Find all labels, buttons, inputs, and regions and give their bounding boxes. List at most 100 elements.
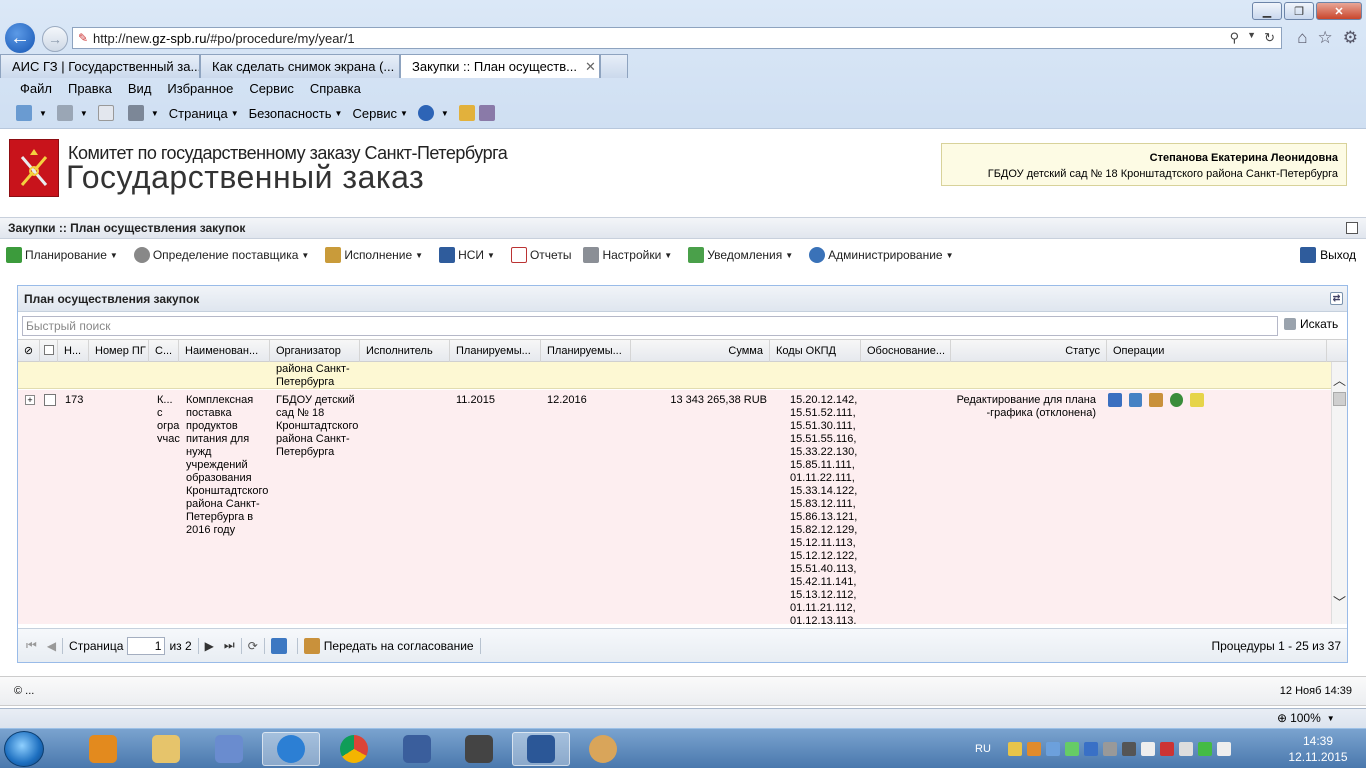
table-row[interactable]: района Санкт- Петербурга [18,362,1331,389]
filter-clear-icon[interactable]: ⊘ [18,340,40,362]
tray-icon[interactable] [1159,742,1174,756]
accessibility-icon[interactable] [458,105,475,121]
page-menu[interactable]: Страница [169,106,228,121]
refresh-icon[interactable]: ↻ [1264,30,1275,46]
collapse-icon[interactable] [1346,222,1358,234]
next-page-icon[interactable]: ▶ [205,639,214,653]
col-okpd[interactable]: Коды ОКПД [770,340,861,362]
settings-icon[interactable] [1169,393,1184,407]
taskbar-chrome[interactable] [325,732,383,766]
language-indicator[interactable]: RU [975,743,991,755]
tab-screenshot-howto[interactable]: Как сделать снимок экрана (... [200,54,400,78]
nav-nsi[interactable]: НСИ ▼ [439,247,505,263]
last-page-icon[interactable]: ⏭ [224,638,235,653]
col-planned-end[interactable]: Планируемы... [541,340,631,362]
tray-icon[interactable] [1007,742,1022,756]
new-tab-button[interactable] [600,54,628,78]
col-name[interactable]: Наименован... [179,340,270,362]
tab-procurement-plan[interactable]: Закупки :: План осуществ... ✕ [400,54,600,78]
print-icon[interactable] [127,105,144,121]
menu-view[interactable]: Вид [128,81,152,96]
tray-icon[interactable] [1121,742,1136,756]
taskbar-editor[interactable] [388,732,446,766]
home-icon[interactable] [16,105,32,121]
taskbar-explorer[interactable] [137,732,195,766]
save-icon[interactable] [270,637,287,654]
home-icon[interactable]: ⌂ [1297,28,1307,48]
restore-button[interactable]: ❐ [1284,2,1314,20]
chevron-down-icon[interactable]: ▼ [151,109,159,118]
taskbar-movie-maker[interactable] [450,732,508,766]
address-bar[interactable]: ✎ http://new.gz-spb.ru/#po/procedure/my/… [72,27,1282,49]
chart-icon[interactable] [1128,393,1143,407]
close-window-button[interactable]: ✕ [1316,2,1362,20]
tray-icon[interactable] [1026,742,1041,756]
col-operations[interactable]: Операции [1107,340,1327,362]
edit-pencil-icon[interactable] [1108,393,1122,407]
nav-planning[interactable]: Планирование ▼ [6,247,128,263]
send-for-approval-button[interactable]: Передать на согласование [303,637,474,654]
col-pg-number[interactable]: Номер ПГ [89,340,149,362]
refresh-icon[interactable]: ⇄ [1330,292,1343,305]
quick-search-input[interactable]: Быстрый поиск [22,316,1278,336]
col-planned-start[interactable]: Планируемы... [450,340,541,362]
menu-tools[interactable]: Сервис [249,81,294,96]
col-executor[interactable]: Исполнитель [360,340,450,362]
col-sum[interactable]: Сумма [631,340,770,362]
menu-help[interactable]: Справка [310,81,361,96]
vertical-scrollbar[interactable]: ︿ ﹀ [1331,362,1347,624]
reload-icon[interactable]: ⟳ [248,639,258,653]
tray-icon[interactable] [1045,742,1060,756]
scroll-thumb[interactable] [1333,392,1346,406]
chevron-down-icon[interactable]: ▼ [441,109,449,118]
nav-settings[interactable]: Настройки ▼ [583,247,682,263]
page-number-input[interactable]: 1 [127,636,166,655]
nav-reports[interactable]: Отчеты [510,247,571,263]
taskbar-internet-explorer[interactable] [262,732,320,766]
col-organizer[interactable]: Организатор [270,340,360,362]
volume-icon[interactable] [1216,742,1231,756]
menu-edit[interactable]: Правка [68,81,112,96]
help-icon[interactable] [417,105,434,121]
start-button[interactable] [4,731,44,767]
tab-ais-gz[interactable]: АИС ГЗ | Государственный за... [0,54,200,78]
menu-favorites[interactable]: Избранное [167,81,233,96]
tray-icon[interactable] [1064,742,1079,756]
user-edit-icon[interactable] [1149,393,1163,407]
rss-icon[interactable] [56,105,73,121]
prev-page-icon[interactable]: ◀ [47,639,56,653]
expand-row-icon[interactable]: + [25,395,35,405]
menu-file[interactable]: Файл [20,81,52,96]
nav-execution[interactable]: Исполнение ▼ [325,247,433,263]
close-tab-icon[interactable]: ✕ [585,59,596,75]
forward-button[interactable]: → [42,26,68,52]
system-clock[interactable]: 14:39 12.11.2015 [1288,733,1348,765]
network-signal-icon[interactable] [1140,742,1155,756]
mail-icon[interactable] [97,105,114,121]
research-icon[interactable] [478,105,495,121]
search-icon[interactable]: ⚲ [1230,30,1240,46]
service-menu[interactable]: Сервис [352,106,397,121]
taskbar-word[interactable] [512,732,570,766]
security-menu[interactable]: Безопасность [249,106,332,121]
tray-icon[interactable] [1178,742,1193,756]
dropdown-icon[interactable]: ▼ [1247,30,1256,46]
nav-administration[interactable]: Администрирование ▼ [809,247,963,263]
nav-notifications[interactable]: Уведомления ▼ [688,247,803,263]
table-row[interactable]: + 173 К... с огра учас Комплексная поста… [18,390,1331,624]
logout-button[interactable]: Выход [1300,247,1356,263]
chevron-down-icon[interactable]: ▼ [80,109,88,118]
notes-icon[interactable] [1190,393,1204,407]
taskbar-media-player[interactable] [74,732,132,766]
favorites-star-icon[interactable]: ☆ [1318,28,1333,48]
first-page-icon[interactable]: ⏮ [26,638,37,653]
select-all-checkbox[interactable] [40,340,58,362]
nav-supplier[interactable]: Определение поставщика ▼ [133,247,319,263]
tray-icon[interactable] [1083,742,1098,756]
taskbar-app[interactable] [200,732,258,766]
minimize-button[interactable]: ▁ [1252,2,1282,20]
col-status[interactable]: Статус [951,340,1107,362]
col-num[interactable]: Н... [58,340,89,362]
settings-gear-icon[interactable]: ⚙ [1343,28,1358,48]
search-button[interactable]: Искать [1284,317,1338,331]
